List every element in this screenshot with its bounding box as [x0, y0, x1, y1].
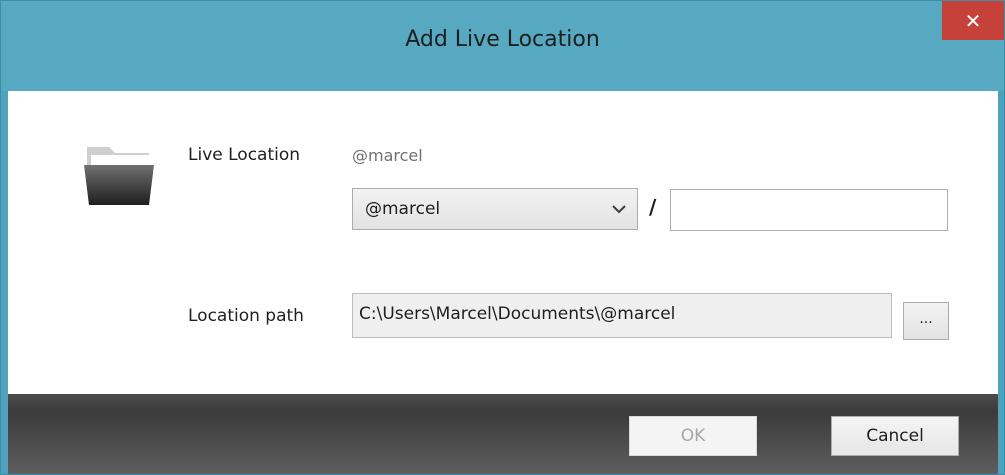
button-bar: OK Cancel	[8, 394, 998, 474]
browse-button[interactable]: ...	[903, 302, 949, 340]
dialog-content: Live Location @marcel @marcel / Location…	[8, 91, 998, 394]
close-icon: ✕	[964, 8, 982, 33]
ok-button[interactable]: OK	[629, 416, 757, 456]
location-path-label: Location path	[188, 306, 304, 326]
path-separator: /	[649, 195, 657, 219]
close-button[interactable]: ✕	[942, 1, 1004, 40]
subpath-input[interactable]	[670, 189, 948, 231]
account-select[interactable]: @marcel	[352, 188, 638, 230]
cancel-button[interactable]: Cancel	[831, 416, 959, 456]
dialog-title: Add Live Location	[405, 27, 600, 52]
location-path-value: C:\Users\Marcel\Documents\@marcel	[359, 304, 676, 324]
live-location-value: @marcel	[352, 146, 423, 165]
chevron-down-icon	[612, 205, 626, 214]
add-live-location-dialog: Add Live Location ✕ Live Location @marce…	[0, 0, 1005, 475]
account-select-value: @marcel	[365, 199, 441, 219]
location-path-field[interactable]: C:\Users\Marcel\Documents\@marcel	[352, 293, 892, 338]
title-bar: Add Live Location ✕	[1, 1, 1004, 91]
folder-icon	[84, 147, 154, 205]
live-location-label: Live Location	[188, 145, 301, 165]
